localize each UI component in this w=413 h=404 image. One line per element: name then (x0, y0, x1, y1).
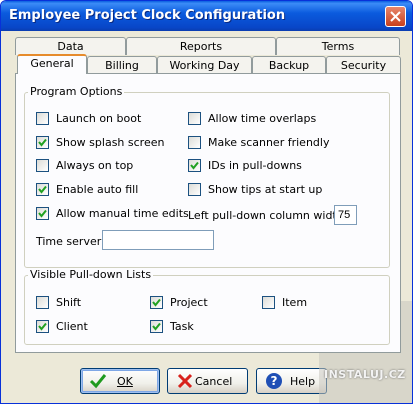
checkmark-icon (190, 161, 199, 170)
time-server-label: Time server: (36, 235, 105, 248)
tab-backup[interactable]: Backup (252, 56, 326, 74)
tab-reports[interactable]: Reports (126, 37, 276, 55)
cancel-x-icon (177, 373, 193, 389)
tab-security[interactable]: Security (326, 56, 401, 74)
tab-general[interactable]: General (17, 54, 87, 74)
close-button[interactable] (385, 6, 406, 27)
ok-button[interactable]: OK (80, 368, 160, 394)
checkbox-box[interactable] (188, 183, 201, 196)
column-width-input[interactable] (334, 205, 357, 225)
watermark-text: INSTALUJ.CZ (324, 368, 406, 381)
tab-billing[interactable]: Billing (87, 56, 157, 74)
column-width-label: Left pull-down column width: (188, 209, 348, 222)
pulldown-lists-group (24, 275, 390, 345)
checkmark-icon (38, 209, 47, 218)
close-icon (390, 11, 401, 22)
window-title: Employee Project Clock Configuration (9, 8, 286, 23)
checkbox-box[interactable] (36, 296, 49, 309)
svg-text:?: ? (271, 374, 278, 388)
checkmark-icon (152, 322, 161, 331)
program-options-label: Program Options (28, 85, 125, 98)
checkbox-box[interactable] (150, 320, 163, 333)
general-tab-panel: Program Options Launch on boot Show spla… (15, 73, 401, 353)
checkbox-box[interactable] (188, 136, 201, 149)
checkbox-box[interactable] (36, 159, 49, 172)
checkbox-box[interactable] (188, 159, 201, 172)
tab-working-day[interactable]: Working Day (157, 56, 252, 74)
tab-terms[interactable]: Terms (276, 37, 400, 55)
tab-data[interactable]: Data (15, 37, 126, 55)
checkmark-icon (38, 185, 47, 194)
checkbox-box[interactable] (36, 183, 49, 196)
checkbox-box[interactable] (36, 320, 49, 333)
time-server-input[interactable] (102, 230, 214, 250)
checkbox-box[interactable] (150, 296, 163, 309)
checkmark-icon (38, 138, 47, 147)
cancel-button[interactable]: Cancel (167, 368, 248, 394)
checkmark-icon (89, 374, 107, 389)
configuration-window: Employee Project Clock Configuration Dat… (0, 0, 413, 404)
checkbox-box[interactable] (36, 112, 49, 125)
checkbox-box[interactable] (262, 296, 275, 309)
checkbox-box[interactable] (188, 112, 201, 125)
help-button[interactable]: ? Help (256, 368, 327, 394)
checkmark-icon (38, 322, 47, 331)
checkbox-box[interactable] (36, 136, 49, 149)
title-bar[interactable]: Employee Project Clock Configuration (1, 1, 412, 31)
help-icon: ? (266, 373, 282, 389)
checkmark-icon (152, 298, 161, 307)
pulldown-lists-label: Visible Pull-down Lists (28, 268, 154, 281)
checkbox-box[interactable] (36, 207, 49, 220)
